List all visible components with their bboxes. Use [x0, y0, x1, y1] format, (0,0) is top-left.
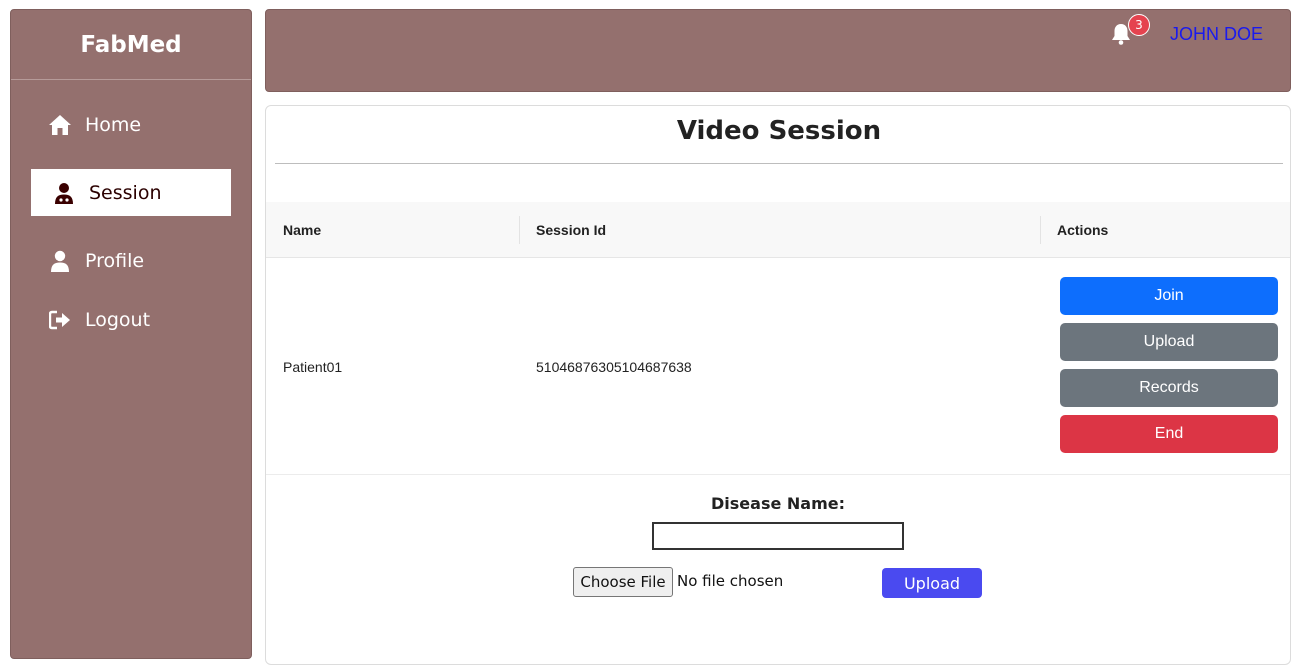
column-header-session-id: Session Id [536, 222, 607, 238]
sidebar-item-label: Home [85, 113, 142, 136]
user-menu-link[interactable]: JOHN DOE [1170, 24, 1263, 45]
disease-name-input[interactable] [652, 522, 904, 550]
video-session-card: Video Session Name Session Id Actions Pa… [265, 105, 1291, 665]
join-button[interactable]: Join [1060, 277, 1278, 315]
doctor-icon [51, 181, 77, 205]
logout-icon [47, 308, 73, 332]
cell-name: Patient01 [283, 358, 343, 375]
end-button[interactable]: End [1060, 415, 1278, 453]
page-title: Video Session [275, 106, 1283, 164]
table-row: Patient01 51046876305104687638 Join Uplo… [266, 258, 1290, 475]
notification-badge: 3 [1128, 14, 1150, 36]
sidebar-item-home[interactable]: Home [31, 101, 231, 148]
sidebar: FabMed Home Session Profile Logout [10, 9, 252, 659]
brand-logo: FabMed [11, 10, 251, 80]
records-button[interactable]: Records [1060, 369, 1278, 407]
column-header-actions: Actions [1057, 222, 1109, 238]
upload-file-button[interactable]: Upload [882, 568, 982, 598]
sidebar-item-profile[interactable]: Profile [31, 237, 231, 284]
column-divider [519, 216, 520, 244]
sidebar-item-label: Profile [85, 249, 145, 272]
sidebar-item-label: Session [89, 181, 162, 204]
top-header: 3 JOHN DOE [265, 9, 1291, 92]
file-status-text: No file chosen [677, 572, 784, 590]
upload-session-button[interactable]: Upload [1060, 323, 1278, 361]
sidebar-item-logout[interactable]: Logout [31, 296, 231, 343]
column-divider [1040, 216, 1041, 244]
home-icon [47, 113, 73, 137]
sidebar-item-session[interactable]: Session [31, 169, 231, 216]
sidebar-item-label: Logout [85, 308, 151, 331]
column-header-name: Name [283, 222, 322, 238]
cell-session-id: 51046876305104687638 [536, 358, 692, 375]
choose-file-button[interactable]: Choose File [573, 567, 673, 597]
table-header: Name Session Id Actions [266, 202, 1290, 258]
disease-name-label: Disease Name: [711, 494, 845, 513]
user-icon [47, 249, 73, 273]
